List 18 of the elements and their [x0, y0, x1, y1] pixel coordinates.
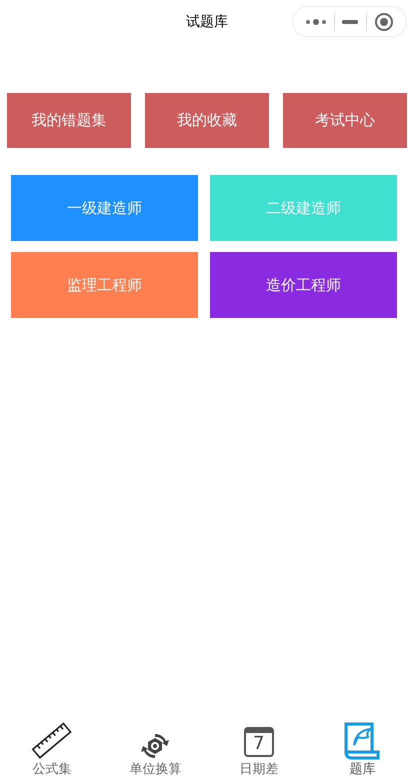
more-icon[interactable] — [304, 18, 327, 26]
quick-link-button[interactable]: 考试中心 — [283, 93, 407, 148]
tab-item[interactable]: 公式集 — [0, 718, 104, 780]
category-button[interactable]: 监理工程师 — [11, 252, 198, 318]
category-button[interactable]: 一级建造师 — [11, 175, 198, 241]
calendar-icon: 7 — [244, 727, 274, 757]
tab-item[interactable]: 单位换算 — [104, 718, 207, 780]
feather-scroll-icon — [342, 721, 382, 761]
page-title: 试题库 — [186, 13, 228, 31]
tab-item[interactable]: 题库 — [310, 718, 414, 780]
quick-link-button[interactable]: 我的收藏 — [145, 93, 269, 148]
category-button[interactable]: 造价工程师 — [210, 252, 397, 318]
tab-item[interactable]: 7 日期差 — [207, 718, 310, 780]
rotating-gear-icon — [140, 731, 170, 761]
quick-link-button[interactable]: 我的错题集 — [7, 93, 131, 148]
minimize-icon[interactable] — [342, 20, 358, 24]
ruler-icon — [30, 721, 73, 761]
close-icon[interactable] — [374, 12, 394, 32]
